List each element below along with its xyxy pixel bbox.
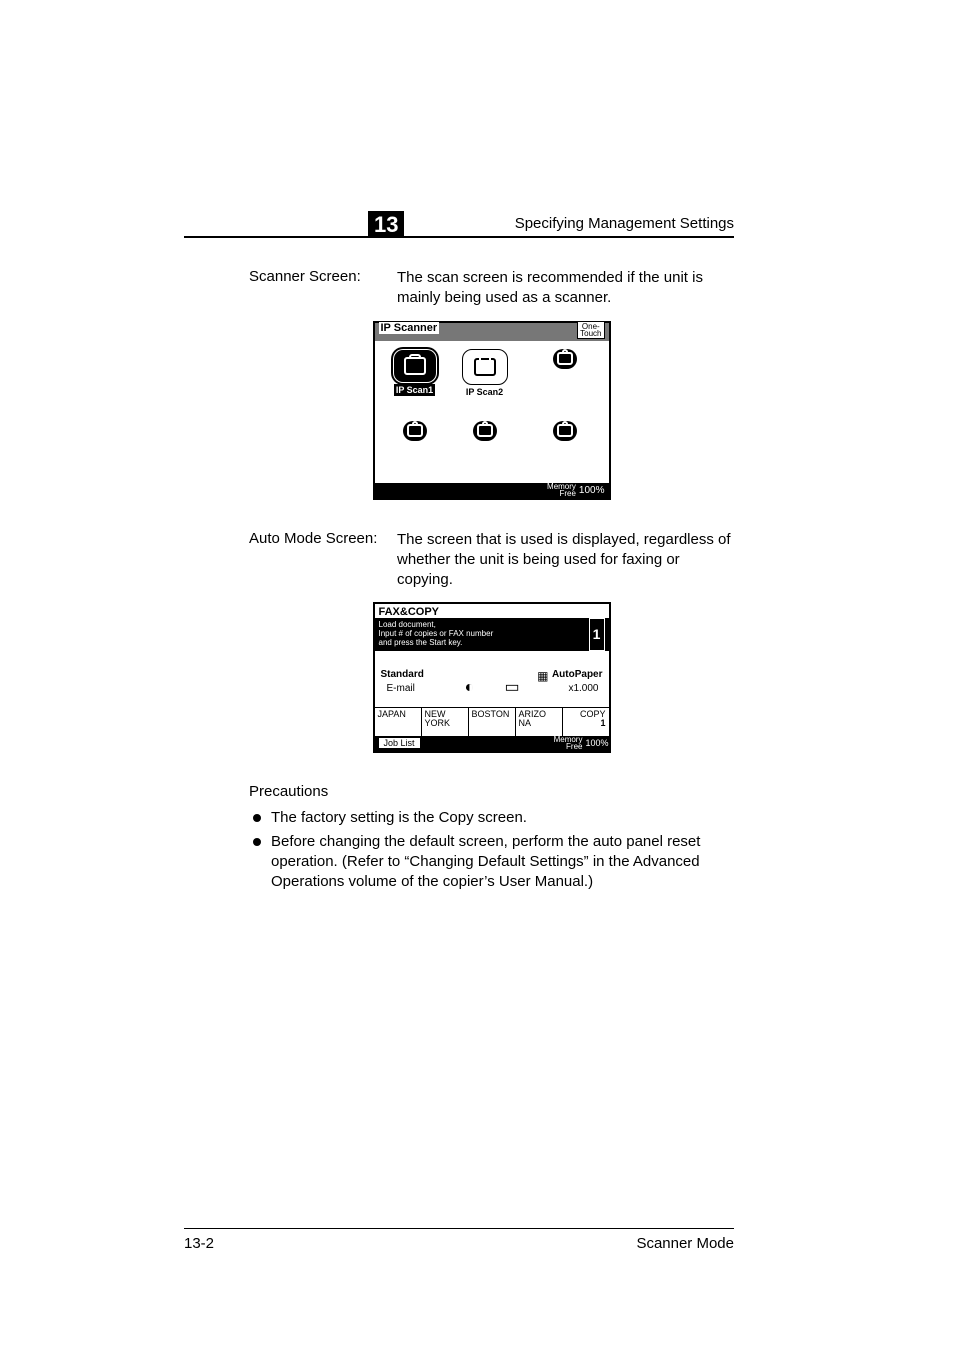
- ipscan2-button[interactable]: IP Scan2: [455, 349, 515, 397]
- scanner-icon: [553, 349, 577, 369]
- precautions-heading: Precautions: [249, 783, 734, 800]
- scanner-screenshot: IP Scanner One- Touch IP Scan1 IP Scan2: [373, 321, 611, 500]
- page-header: 13 Specifying Management Settings: [184, 212, 734, 238]
- standard-label: Standard: [381, 669, 424, 680]
- ipscan1-button[interactable]: IP Scan1: [385, 349, 445, 395]
- faxcopy-title: FAX&COPY: [375, 604, 609, 618]
- faxcopy-banner: Load document, Input # of copies or FAX …: [375, 618, 609, 650]
- slot4-button[interactable]: [385, 421, 445, 443]
- banner-l2: Input # of copies or FAX number: [379, 629, 494, 638]
- faxcopy-tabs: JAPAN NEW YORK BOSTON ARIZO NA COPY 1: [375, 708, 609, 736]
- ipscan2-label: IP Scan2: [466, 387, 503, 397]
- memory-label: MemoryFree: [554, 736, 583, 750]
- page-footer: 13-2 Scanner Mode: [184, 1228, 734, 1251]
- content-area: Scanner Screen: The scan screen is recom…: [249, 268, 734, 897]
- page-number: 13-2: [184, 1235, 214, 1252]
- tab-arizona[interactable]: ARIZO NA: [516, 708, 563, 736]
- density-icon[interactable]: ◐: [465, 679, 475, 697]
- email-label: E-mail: [387, 683, 415, 694]
- one-touch-l2: Touch: [580, 329, 601, 338]
- paper-icon[interactable]: ▭: [505, 677, 520, 697]
- scanner-icon: [403, 421, 427, 441]
- autopaper-icon: ▦: [537, 669, 548, 683]
- one-touch-tab[interactable]: One- Touch: [577, 321, 604, 339]
- memory-label: MemoryFree: [547, 483, 576, 497]
- ipscan1-label: IP Scan1: [394, 384, 435, 396]
- list-item: The factory setting is the Copy screen.: [249, 808, 734, 828]
- zoom-value: x1.000: [568, 683, 598, 694]
- memory-value: 100%: [585, 738, 608, 748]
- tab-copy[interactable]: COPY 1: [563, 708, 609, 736]
- tab-newyork[interactable]: NEW YORK: [422, 708, 469, 736]
- shot-title: IP Scanner: [379, 322, 440, 334]
- page-title: Specifying Management Settings: [515, 215, 734, 232]
- scanner-row: Scanner Screen: The scan screen is recom…: [249, 268, 734, 309]
- scanner-icon: [553, 421, 577, 441]
- chapter-number: 13: [368, 211, 404, 238]
- slot3-button[interactable]: [535, 349, 595, 371]
- memory-value: 100%: [579, 485, 605, 496]
- footer-mode: Scanner Mode: [636, 1235, 734, 1252]
- scanner-icon: [473, 421, 497, 441]
- shot-titlebar: IP Scanner One- Touch: [375, 323, 609, 341]
- shot-body: IP Scan1 IP Scan2: [375, 341, 609, 483]
- faxcopy-mid: Standard E-mail ◐ ▭ ▦ AutoPaper x1.000: [375, 651, 609, 708]
- slot6-button[interactable]: [535, 421, 595, 443]
- banner-l3: and press the Start key.: [379, 638, 463, 647]
- banner-l1: Load document,: [379, 620, 436, 629]
- scanner-desc: The scan screen is recommended if the un…: [397, 268, 734, 309]
- shot-footer: MemoryFree 100%: [375, 483, 609, 498]
- copy-count: 1: [589, 618, 605, 650]
- autopaper-label: AutoPaper: [552, 669, 603, 680]
- tab-japan[interactable]: JAPAN: [375, 708, 422, 736]
- slot5-button[interactable]: [455, 421, 515, 443]
- automode-desc: The screen that is used is displayed, re…: [397, 530, 734, 591]
- faxcopy-screenshot: FAX&COPY Load document, Input # of copie…: [373, 602, 611, 752]
- automode-row: Auto Mode Screen: The screen that is use…: [249, 530, 734, 591]
- list-item: Before changing the default screen, perf…: [249, 832, 734, 893]
- scanner-icon: [393, 349, 437, 383]
- precautions-list: The factory setting is the Copy screen. …: [249, 808, 734, 893]
- scanner-label: Scanner Screen:: [249, 268, 397, 309]
- joblist-button[interactable]: Job List: [378, 737, 421, 749]
- scanner-icon: [462, 349, 508, 385]
- automode-label: Auto Mode Screen:: [249, 530, 397, 591]
- faxcopy-footer: Job List MemoryFree 100%: [375, 736, 609, 751]
- page: 13 Specifying Management Settings Scanne…: [0, 0, 954, 1351]
- tab-boston[interactable]: BOSTON: [469, 708, 516, 736]
